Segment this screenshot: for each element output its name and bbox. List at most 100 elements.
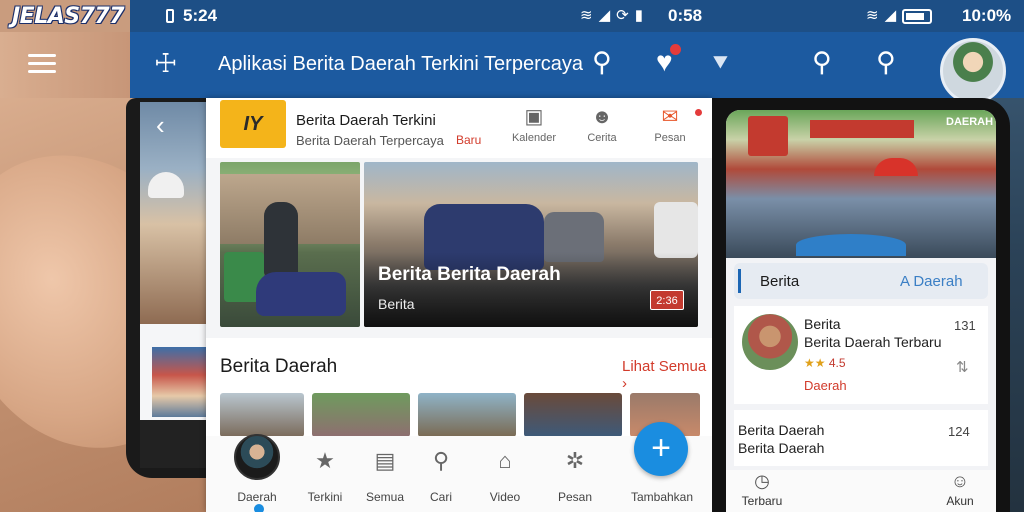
search-icon[interactable]: ⚲ bbox=[876, 47, 896, 78]
right-phone-screen: DAERAH Berita A Daerah Berita Berita Dae… bbox=[726, 110, 996, 512]
photo-detail bbox=[810, 120, 914, 138]
battery-icon: ▮ bbox=[634, 7, 643, 24]
news-photo-motorbike[interactable] bbox=[220, 162, 360, 327]
duration-badge: 2:36 bbox=[650, 290, 684, 310]
nav-item-add[interactable]: Tambahkan bbox=[624, 448, 700, 504]
item-subtitle: Berita Daerah Terbaru bbox=[804, 334, 942, 350]
featured-subline: Berita bbox=[378, 296, 415, 312]
home-icon: ⌂ bbox=[498, 448, 512, 473]
news-thumbnail[interactable] bbox=[524, 393, 622, 437]
author-avatar bbox=[742, 314, 798, 370]
wifi-icon: ≋ bbox=[580, 7, 593, 24]
bottom-nav: Daerah ★ Terkini ▤ Semua ⚲ Cari ⌂ Video … bbox=[206, 422, 712, 512]
see-all-link[interactable]: Lihat Semua › bbox=[622, 358, 712, 392]
calendar-label: Kalender bbox=[511, 132, 557, 144]
app-bar: ☩ Aplikasi Berita Daerah Terkini Terperc… bbox=[0, 32, 1024, 104]
news-photo[interactable] bbox=[140, 102, 210, 324]
search-icon[interactable]: ⚲ bbox=[812, 47, 832, 78]
tab-daerah[interactable]: A Daerah bbox=[900, 273, 963, 290]
photo-detail bbox=[748, 116, 788, 156]
app-logo[interactable]: IY bbox=[220, 100, 286, 148]
tab-berita[interactable]: Berita bbox=[760, 273, 799, 290]
photo-detail bbox=[256, 272, 346, 316]
item-count: 124 bbox=[948, 424, 970, 439]
wifi-icon: ≋ bbox=[866, 7, 879, 24]
search-icon[interactable]: ⚲ bbox=[592, 47, 612, 78]
battery-icon bbox=[902, 8, 933, 24]
item-title: Berita bbox=[804, 316, 841, 332]
thumbnail-row bbox=[220, 393, 700, 437]
news-photo[interactable] bbox=[152, 347, 206, 417]
story-label: Cerita bbox=[587, 132, 617, 144]
user-icon: ☺ bbox=[950, 471, 970, 491]
nav-item-daerah[interactable]: Daerah bbox=[222, 448, 292, 504]
back-icon[interactable]: ‹ bbox=[156, 110, 165, 141]
menu-icon[interactable] bbox=[28, 54, 56, 74]
status-time-left: 5:24 bbox=[183, 6, 218, 25]
user-icon: ☻ bbox=[591, 106, 613, 128]
item-title: Berita Daerah bbox=[738, 422, 825, 438]
nav-item-video[interactable]: ⌂ Video bbox=[470, 448, 540, 504]
message-button[interactable]: ✉ Pesan bbox=[640, 106, 700, 144]
photo-detail bbox=[654, 202, 698, 258]
nav-label: Daerah bbox=[237, 490, 277, 504]
calendar-button[interactable]: ▣ Kalender bbox=[504, 106, 564, 144]
nav-item-pesan[interactable]: ✲ Pesan bbox=[540, 448, 610, 504]
rating-value: 4.5 bbox=[828, 356, 846, 370]
header-card-subtitle: Berita Daerah Terpercaya bbox=[296, 133, 444, 148]
filter-icon[interactable]: ⯆ bbox=[710, 48, 731, 80]
nav-label: Terbaru bbox=[741, 494, 783, 508]
battery-icon bbox=[166, 9, 174, 23]
photo-label: DAERAH bbox=[946, 116, 994, 128]
nav-spacer bbox=[624, 448, 700, 474]
avatar[interactable] bbox=[940, 38, 1006, 104]
notification-icon[interactable]: ♥ bbox=[656, 44, 681, 78]
message-label: Pesan bbox=[654, 132, 686, 144]
item-subtitle: Berita Daerah bbox=[738, 440, 825, 456]
windmill-icon[interactable]: ☩ bbox=[154, 48, 177, 79]
news-list-item[interactable]: Berita Daerah Berita Daerah 124 bbox=[734, 410, 988, 466]
news-thumbnail[interactable] bbox=[312, 393, 410, 437]
sync-icon: ⟳ bbox=[616, 7, 629, 24]
item-count: 131 bbox=[954, 318, 976, 333]
message-icon: ✉ bbox=[661, 106, 679, 128]
left-phone-screen: ‹ bbox=[140, 102, 210, 468]
app-title: Aplikasi Berita Daerah Terkini Terpercay… bbox=[218, 53, 583, 75]
photo-detail bbox=[874, 158, 918, 176]
app-bar-left-background bbox=[0, 32, 130, 98]
nav-item-akun[interactable]: ☺ Akun bbox=[932, 470, 988, 508]
featured-news-card[interactable]: Berita Berita Daerah Berita 2:36 bbox=[364, 162, 698, 327]
new-tag: Baru bbox=[456, 133, 482, 147]
search-icon: ⚲ bbox=[432, 448, 450, 473]
news-thumbnail[interactable] bbox=[220, 393, 304, 437]
sort-icon[interactable]: ⇅ bbox=[956, 358, 969, 376]
featured-headline: Berita Berita Daerah bbox=[378, 264, 561, 285]
brand-watermark: JELAS777 bbox=[12, 4, 125, 29]
header-card: IY Berita Daerah Terkini Berita Daerah T… bbox=[206, 98, 712, 158]
nav-item-terbaru[interactable]: ◷ Terbaru bbox=[732, 470, 792, 508]
nav-label: Cari bbox=[429, 490, 452, 504]
signal-icon: ◢ bbox=[598, 7, 611, 24]
status-icons-right: ≋ ◢ bbox=[866, 7, 933, 25]
story-button[interactable]: ☻ Cerita bbox=[572, 106, 632, 144]
news-list-item[interactable]: Berita Berita Daerah Terbaru ★★ 4.5 Daer… bbox=[734, 306, 988, 404]
notification-dot bbox=[669, 44, 681, 55]
gear-icon: ✲ bbox=[565, 448, 585, 473]
tab-indicator bbox=[738, 269, 741, 293]
left-phone-bottom bbox=[140, 420, 210, 468]
status-time-right: 10:0% bbox=[962, 6, 1012, 25]
clock-icon: ◷ bbox=[754, 471, 770, 491]
photo-detail bbox=[796, 234, 906, 256]
right-bottom-nav: ◷ Terbaru ☺ Akun bbox=[726, 470, 996, 512]
nav-item-cari[interactable]: ⚲ Cari bbox=[406, 448, 476, 504]
news-photo-meeting[interactable]: DAERAH bbox=[726, 110, 996, 258]
nav-spacer bbox=[222, 448, 292, 474]
active-indicator bbox=[254, 504, 264, 512]
item-tag: Daerah bbox=[804, 378, 847, 393]
header-card-title: Berita Daerah Terkini bbox=[296, 112, 436, 129]
right-phone: DAERAH Berita A Daerah Berita Berita Dae… bbox=[712, 98, 1010, 512]
status-time-mid: 0:58 bbox=[668, 6, 703, 25]
section-title: Berita Daerah bbox=[220, 356, 338, 377]
rating: ★★ 4.5 bbox=[804, 356, 846, 370]
news-thumbnail[interactable] bbox=[418, 393, 516, 437]
